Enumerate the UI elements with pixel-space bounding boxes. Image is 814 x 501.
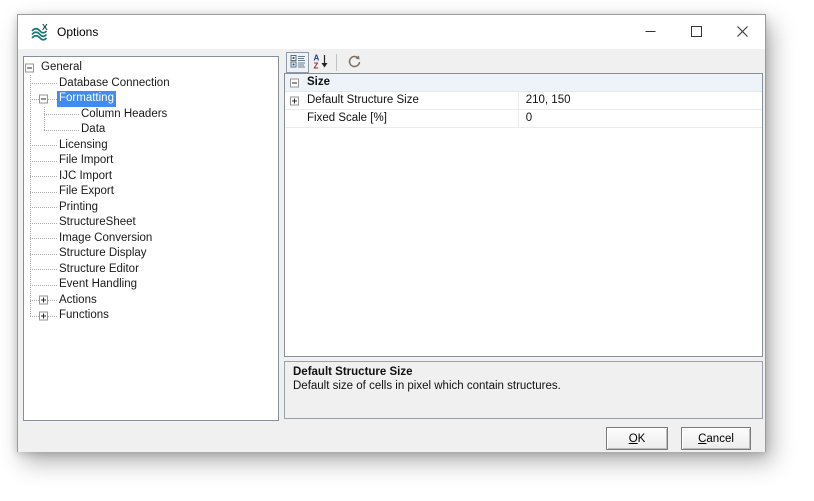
categorized-icon xyxy=(290,53,306,72)
property-value[interactable]: 0 xyxy=(519,110,762,127)
tree-item-printing[interactable]: Printing xyxy=(24,200,278,216)
tree-item-general[interactable]: General xyxy=(24,60,278,76)
expand-icon[interactable] xyxy=(290,96,299,105)
tree-item-file-export[interactable]: File Export xyxy=(24,184,278,200)
alphabetical-sort-button[interactable]: A Z xyxy=(309,52,332,73)
categorized-button[interactable] xyxy=(286,52,309,73)
category-row-size[interactable]: Size xyxy=(285,74,762,92)
tree-item-column-headers[interactable]: Column Headers xyxy=(24,107,278,123)
property-rows: Default Structure Size210, 150Fixed Scal… xyxy=(285,92,762,128)
tree-item-actions[interactable]: Actions xyxy=(24,293,278,309)
tree-item-structuresheet[interactable]: StructureSheet xyxy=(24,215,278,231)
tree-item-label: Functions xyxy=(57,308,111,324)
tree-item-label: Column Headers xyxy=(79,107,169,123)
tree-item-label: Formatting xyxy=(57,91,116,107)
tree-item-label: File Import xyxy=(57,153,115,169)
tree-item-label: IJC Import xyxy=(57,169,114,185)
tree-item-label: Structure Display xyxy=(57,246,149,262)
expand-icon[interactable] xyxy=(39,311,48,320)
tree-item-licensing[interactable]: Licensing xyxy=(24,138,278,154)
alphabetical-sort-icon: A Z xyxy=(313,53,329,72)
tree-item-label: Actions xyxy=(57,293,99,309)
tree-item-data[interactable]: Data xyxy=(24,122,278,138)
collapse-icon[interactable] xyxy=(25,63,34,72)
category-label: Size xyxy=(307,76,330,88)
title-bar[interactable]: X Options xyxy=(18,15,765,49)
tree-item-label: File Export xyxy=(57,184,116,200)
svg-text:Z: Z xyxy=(313,61,318,69)
window-title: Options xyxy=(57,25,98,39)
options-dialog: X Options xyxy=(17,14,766,452)
minimize-icon xyxy=(645,26,656,37)
toolbar-separator xyxy=(336,54,337,71)
property-grid-toolbar: A Z xyxy=(286,51,365,73)
close-button[interactable] xyxy=(719,15,765,48)
tree-item-label: General xyxy=(39,60,84,76)
tree-item-structure-display[interactable]: Structure Display xyxy=(24,246,278,262)
desktop: X Options xyxy=(0,0,814,501)
tree-item-label: Licensing xyxy=(57,138,110,154)
tree-item-file-import[interactable]: File Import xyxy=(24,153,278,169)
tree-item-label: Event Handling xyxy=(57,277,139,293)
property-name: Fixed Scale [%] xyxy=(285,110,519,127)
ok-button[interactable]: OK xyxy=(606,427,668,450)
tree-item-label: Image Conversion xyxy=(57,231,154,247)
tree-item-image-conversion[interactable]: Image Conversion xyxy=(24,231,278,247)
tree-item-functions[interactable]: Functions xyxy=(24,308,278,324)
expand-icon[interactable] xyxy=(39,296,48,305)
description-body: Default size of cells in pixel which con… xyxy=(293,380,754,392)
property-name: Default Structure Size xyxy=(285,92,519,109)
maximize-button[interactable] xyxy=(673,15,719,48)
minimize-button[interactable] xyxy=(627,15,673,48)
tree-item-database-connection[interactable]: Database Connection xyxy=(24,76,278,92)
app-logo-icon: X xyxy=(30,23,50,41)
options-tree: GeneralDatabase ConnectionFormattingColu… xyxy=(23,56,279,421)
tree-item-label: StructureSheet xyxy=(57,215,138,231)
svg-text:X: X xyxy=(42,23,48,32)
property-value[interactable]: 210, 150 xyxy=(519,92,762,109)
reset-button[interactable] xyxy=(342,52,365,73)
tree-item-label: Printing xyxy=(57,200,100,216)
collapse-icon[interactable] xyxy=(39,94,48,103)
description-panel: Default Structure Size Default size of c… xyxy=(284,361,763,419)
property-row-default-structure-size[interactable]: Default Structure Size210, 150 xyxy=(285,92,762,110)
cancel-button[interactable]: Cancel xyxy=(681,427,751,450)
tree-item-ijc-import[interactable]: IJC Import xyxy=(24,169,278,185)
tree-item-structure-editor[interactable]: Structure Editor xyxy=(24,262,278,278)
tree-rows: GeneralDatabase ConnectionFormattingColu… xyxy=(24,60,278,324)
tree-item-event-handling[interactable]: Event Handling xyxy=(24,277,278,293)
dialog-content: GeneralDatabase ConnectionFormattingColu… xyxy=(18,49,765,452)
tree-item-label: Data xyxy=(79,122,107,138)
reset-icon xyxy=(346,53,362,72)
property-row-fixed-scale[interactable]: Fixed Scale [%]0 xyxy=(285,110,762,128)
tree-item-label: Database Connection xyxy=(57,76,172,92)
tree-item-formatting[interactable]: Formatting xyxy=(24,91,278,107)
description-title: Default Structure Size xyxy=(293,366,754,378)
maximize-icon xyxy=(691,26,702,37)
collapse-icon[interactable] xyxy=(290,78,299,87)
tree-item-label: Structure Editor xyxy=(57,262,141,278)
property-grid: Size Default Structure Size210, 150Fixed… xyxy=(284,73,763,357)
window-controls xyxy=(627,15,765,48)
close-icon xyxy=(737,26,748,37)
